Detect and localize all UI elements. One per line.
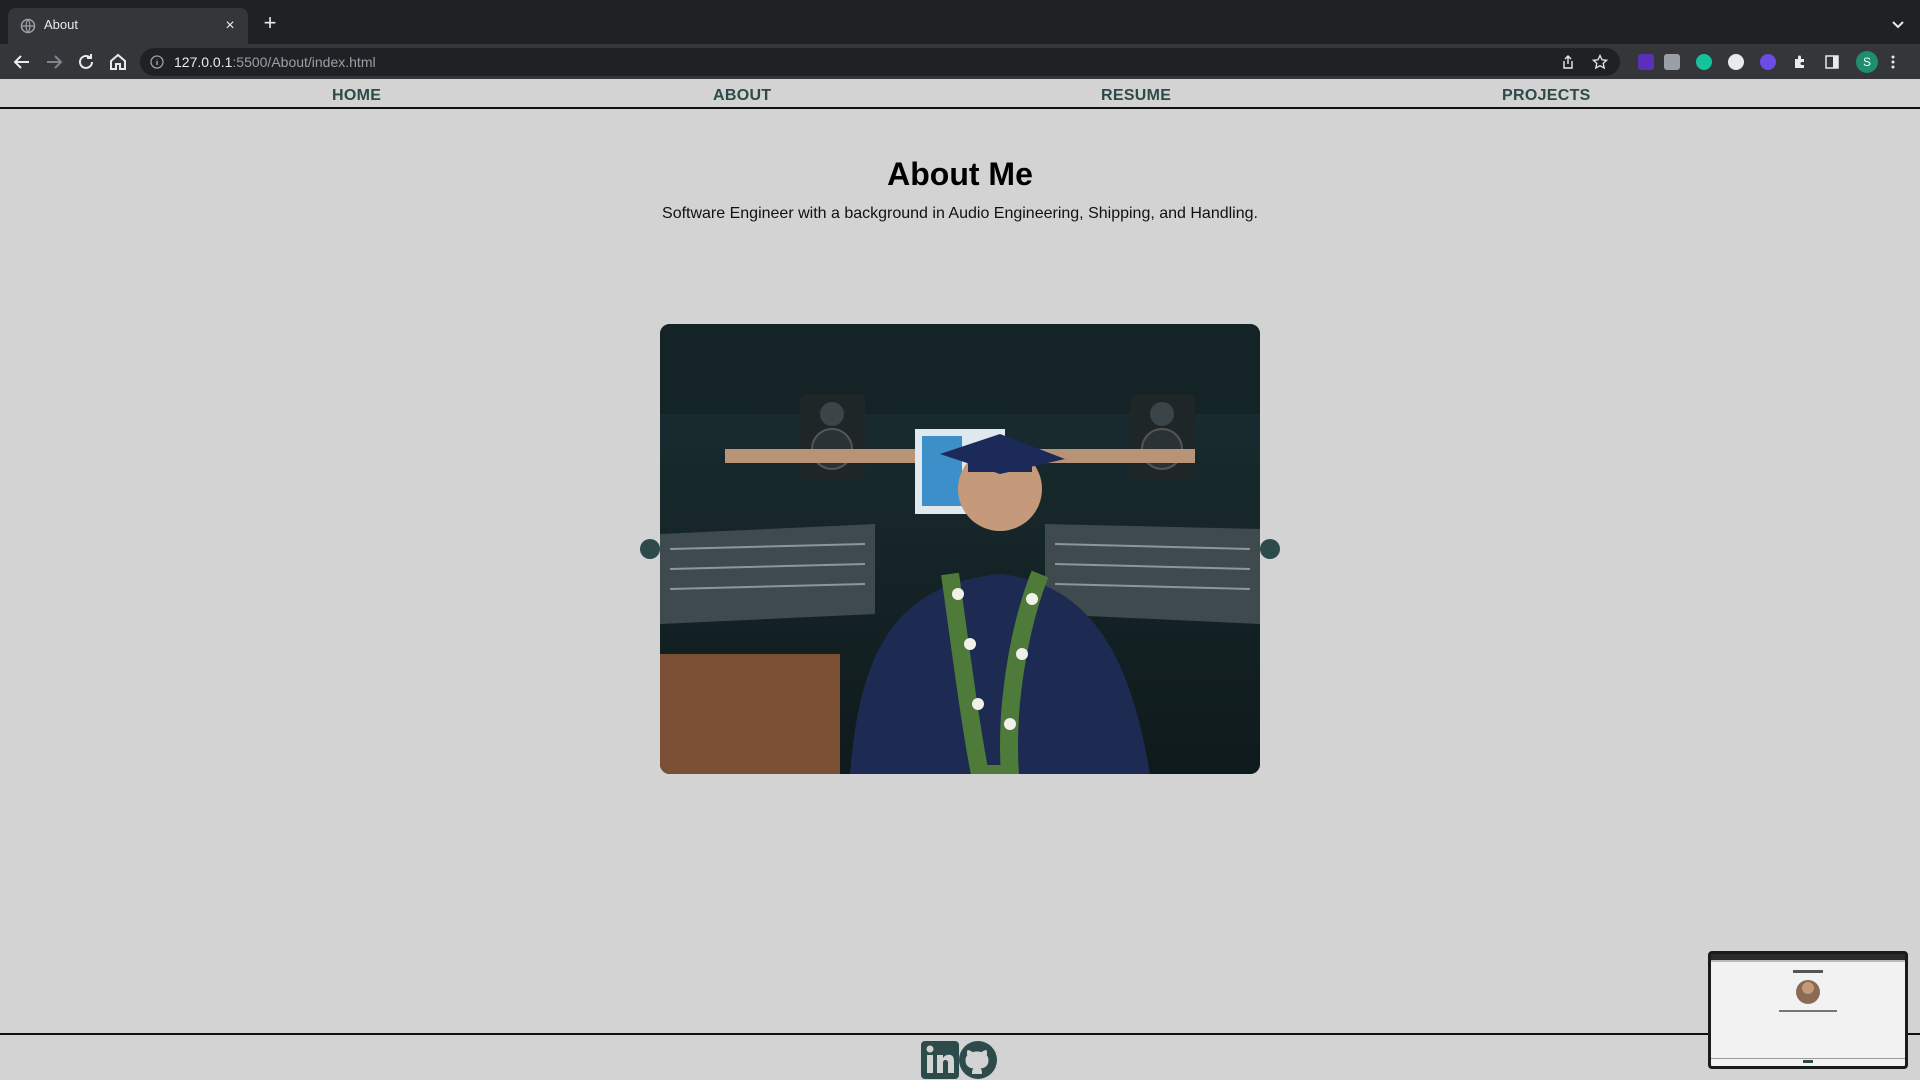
web-page: HOME ABOUT RESUME PROJECTS About Me Soft… — [0, 79, 1920, 1080]
tab-title: About — [44, 17, 78, 32]
extension-icon-4[interactable] — [1760, 54, 1776, 70]
nav-about-link[interactable]: ABOUT — [713, 87, 771, 105]
url-text: 127.0.0.1:5500/About/index.html — [174, 54, 376, 70]
site-footer — [0, 1033, 1920, 1080]
forward-arrow-icon — [47, 55, 63, 69]
grammarly-icon[interactable] — [1696, 54, 1712, 70]
side-panel-icon[interactable] — [1824, 54, 1840, 70]
extension-icon-s[interactable] — [1728, 54, 1744, 70]
browser-toolbar: 127.0.0.1:5500/About/index.html S — [0, 44, 1920, 79]
home-button[interactable] — [106, 50, 130, 74]
share-icon[interactable] — [1560, 54, 1576, 70]
nav-resume-link[interactable]: RESUME — [1101, 87, 1171, 105]
page-subtitle: Software Engineer with a background in A… — [662, 205, 1258, 222]
site-navbar: HOME ABOUT RESUME PROJECTS — [0, 79, 1920, 109]
extension-icon-2[interactable] — [1664, 54, 1680, 70]
bookmark-star-icon[interactable] — [1592, 54, 1608, 70]
globe-icon — [20, 18, 36, 34]
back-arrow-icon — [13, 55, 29, 69]
forward-button[interactable] — [42, 50, 66, 74]
new-tab-button[interactable]: + — [258, 12, 282, 36]
linkedin-icon[interactable] — [921, 1041, 959, 1079]
nav-home-link[interactable]: HOME — [332, 87, 381, 105]
carousel-next-button[interactable] — [1260, 539, 1280, 559]
back-button[interactable] — [10, 50, 34, 74]
github-icon[interactable] — [959, 1041, 997, 1079]
address-bar[interactable]: 127.0.0.1:5500/About/index.html — [140, 48, 1620, 76]
tab-search-chevron-icon[interactable] — [1888, 14, 1908, 34]
nav-projects-link[interactable]: PROJECTS — [1502, 87, 1591, 105]
browser-tab[interactable]: About × — [8, 8, 248, 44]
thumbnail-image — [1711, 954, 1905, 1063]
profile-photo — [660, 324, 1260, 774]
reload-button[interactable] — [74, 50, 98, 74]
carousel-prev-button[interactable] — [640, 539, 660, 559]
puzzle-icon[interactable] — [1792, 54, 1808, 70]
browser-tab-strip: About × + — [0, 0, 1920, 44]
profile-avatar[interactable]: S — [1856, 51, 1878, 73]
extension-icon-1[interactable] — [1638, 54, 1654, 70]
kebab-menu-icon[interactable] — [1890, 54, 1896, 70]
info-icon[interactable] — [150, 55, 164, 69]
home-icon — [110, 53, 126, 70]
close-tab-button[interactable]: × — [220, 16, 240, 36]
screenshot-preview-thumbnail[interactable] — [1708, 951, 1908, 1069]
page-title: About Me — [887, 156, 1033, 192]
reload-icon — [79, 54, 93, 69]
studio-photo-illustration — [660, 324, 1260, 774]
